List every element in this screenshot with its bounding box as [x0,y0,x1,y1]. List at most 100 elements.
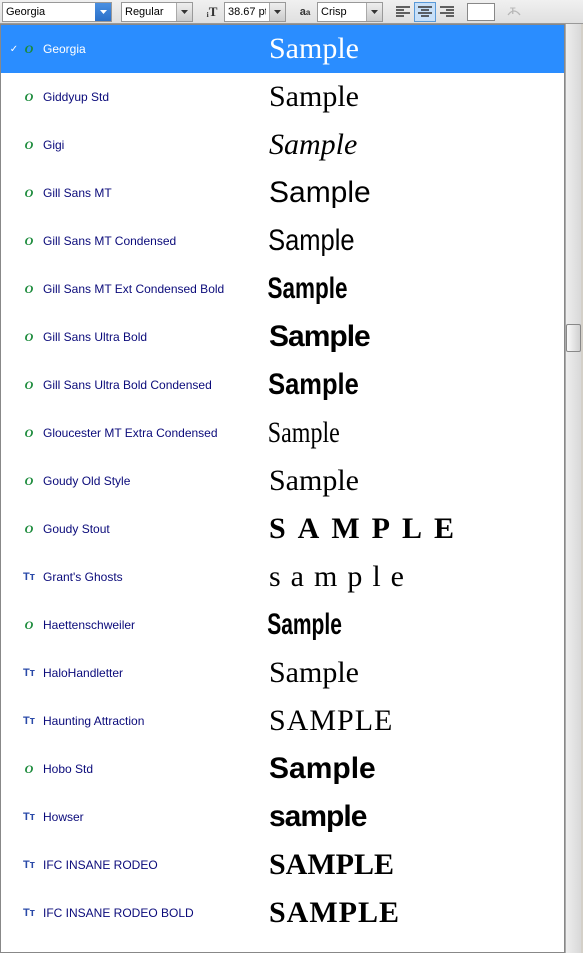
font-sample-preview: Sample [263,319,558,355]
opentype-icon [21,329,37,345]
text-color-swatch[interactable] [467,3,495,21]
font-name-label: Gill Sans Ultra Bold [43,330,263,344]
font-style-dropdown-button[interactable] [176,3,192,21]
anti-alias-dropdown-button[interactable] [366,3,382,21]
opentype-icon [21,281,37,297]
font-dropdown-list[interactable]: ✓GeorgiaSampleGiddyup StdSampleGigiSampl… [0,24,565,953]
font-style-combo[interactable] [121,2,193,22]
font-name-label: Goudy Stout [43,522,263,536]
font-sample-preview: Sample [263,655,558,691]
font-sample-preview: SAMPLE [263,703,558,739]
font-name-label: Gill Sans MT [43,186,263,200]
opentype-icon [21,233,37,249]
font-list-item[interactable]: Giddyup StdSample [1,73,564,121]
font-name-label: Gigi [43,138,263,152]
font-size-icon: ᵢT [202,2,222,22]
font-family-input[interactable] [3,3,95,21]
font-size-combo[interactable] [224,2,286,22]
font-list-item[interactable]: Haunting AttractionSAMPLE [1,697,564,745]
font-style-input[interactable] [122,3,176,21]
opentype-icon [21,521,37,537]
anti-alias-combo[interactable] [317,2,383,22]
font-sample-preview: Sample [263,751,558,787]
font-list-item[interactable]: Goudy Old StyleSample [1,457,564,505]
font-list-item[interactable]: Hobo StdSample [1,745,564,793]
anti-alias-input[interactable] [318,3,366,21]
font-name-label: Goudy Old Style [43,474,263,488]
anti-alias-icon: aa [295,2,315,22]
font-family-combo[interactable] [2,2,112,22]
font-name-label: IFC INSANE RODEO [43,858,263,872]
align-center-button[interactable] [414,2,436,22]
font-sample-preview: sample [263,799,558,835]
font-name-label: Giddyup Std [43,90,263,104]
opentype-icon [21,41,37,57]
font-list-item[interactable]: GigiSample [1,121,564,169]
opentype-icon [21,89,37,105]
font-sample-preview: Sample [263,607,470,643]
font-name-label: Gill Sans MT Condensed [43,234,263,248]
font-list-item[interactable]: Howsersample [1,793,564,841]
font-sample-preview: Sample [263,79,558,115]
font-sample-preview: sample [263,559,558,595]
font-name-label: Grant's Ghosts [43,570,263,584]
font-list-item[interactable]: Goudy StoutSAMPLE [1,505,564,553]
font-name-label: Haettenschweiler [43,618,263,632]
font-sample-preview: Sample [263,415,499,451]
font-size-input[interactable] [225,3,269,21]
truetype-icon [21,665,37,681]
font-list-item[interactable]: Gill Sans MT CondensedSample [1,217,564,265]
font-list-item[interactable]: Gill Sans MT Ext Condensed BoldSample [1,265,564,313]
font-sample-preview: Sample [263,175,558,211]
font-name-label: Georgia [43,42,263,56]
align-left-button[interactable] [392,2,414,22]
font-list-item[interactable]: HaettenschweilerSample [1,601,564,649]
font-sample-preview: Sample [263,367,514,403]
font-size-dropdown-button[interactable] [269,3,285,21]
font-name-label: Gloucester MT Extra Condensed [43,426,263,440]
opentype-icon [21,761,37,777]
font-sample-preview: Sample [263,127,558,163]
font-sample-preview: SAMPLE [263,511,558,547]
font-list-item[interactable]: HaloHandletterSample [1,649,564,697]
font-list-item[interactable]: Gloucester MT Extra CondensedSample [1,409,564,457]
truetype-icon [21,713,37,729]
font-sample-preview: Sample [263,31,558,67]
truetype-icon [21,857,37,873]
font-name-label: Hobo Std [43,762,263,776]
font-list-item[interactable]: Gill Sans Ultra BoldSample [1,313,564,361]
font-list-item[interactable]: ✓GeorgiaSample [1,25,564,73]
font-name-label: Haunting Attraction [43,714,263,728]
truetype-icon [21,569,37,585]
font-sample-preview: Sample [263,223,514,259]
font-name-label: HaloHandletter [43,666,263,680]
font-sample-preview: Sample [263,271,484,307]
warp-text-button[interactable]: T [504,2,524,22]
font-name-label: Howser [43,810,263,824]
font-list-item[interactable]: IFC INSANE RODEO BOLDSAMPLE [1,889,564,937]
truetype-icon [21,809,37,825]
font-sample-preview: SAMPLE [263,847,558,883]
svg-text:T: T [510,6,516,16]
text-align-group [392,2,458,22]
font-name-label: Gill Sans MT Ext Condensed Bold [43,282,263,296]
font-list-item[interactable]: Gill Sans Ultra Bold CondensedSample [1,361,564,409]
opentype-icon [21,425,37,441]
opentype-icon [21,473,37,489]
font-name-label: IFC INSANE RODEO BOLD [43,906,263,920]
font-list-item[interactable]: IFC INSANE RODEOSAMPLE [1,841,564,889]
opentype-icon [21,617,37,633]
opentype-icon [21,137,37,153]
font-name-label: Gill Sans Ultra Bold Condensed [43,378,263,392]
panel-scrollbar[interactable] [565,24,581,953]
opentype-icon [21,377,37,393]
align-right-button[interactable] [436,2,458,22]
opentype-icon [21,185,37,201]
scrollbar-thumb[interactable] [566,324,581,352]
font-list-item[interactable]: Grant's Ghostssample [1,553,564,601]
font-list-item[interactable]: Gill Sans MTSample [1,169,564,217]
options-bar: ᵢT aa T [0,0,583,24]
font-family-dropdown-button[interactable] [95,3,111,21]
font-sample-preview: Sample [263,463,558,499]
font-sample-preview: SAMPLE [263,895,558,931]
